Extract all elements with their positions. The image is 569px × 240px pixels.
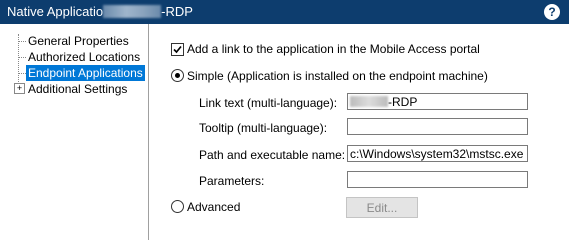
- portal-link-label: Add a link to the application in the Mob…: [187, 42, 480, 56]
- tooltip-field[interactable]: [347, 118, 528, 135]
- tree-guide-line: [18, 34, 19, 90]
- radio-selected-dot: [175, 73, 180, 78]
- window-title-suffix: -RDP: [161, 4, 193, 19]
- link-text-value: -RDP: [388, 95, 418, 109]
- tree-item-endpoint-applications[interactable]: Endpoint Applications: [26, 65, 145, 81]
- tree-item-additional-settings[interactable]: Additional Settings: [28, 81, 127, 97]
- tree-connector: [18, 41, 26, 42]
- link-text-label: Link text (multi-language):: [199, 96, 338, 110]
- redacted-text: [350, 96, 388, 107]
- content-panel: Add a link to the application in the Mob…: [149, 24, 569, 240]
- simple-radio[interactable]: [171, 69, 184, 82]
- window-title: Native Applicatio -RDP: [7, 4, 193, 19]
- tree-item-general-properties[interactable]: General Properties: [28, 33, 129, 49]
- portal-link-checkbox[interactable]: [171, 43, 184, 56]
- path-label: Path and executable name:: [199, 148, 346, 162]
- title-bar: Native Applicatio -RDP ?: [0, 0, 569, 24]
- edit-button[interactable]: Edit...: [346, 197, 418, 218]
- redacted-text: [103, 5, 162, 18]
- simple-label: Simple (Application is installed on the …: [187, 69, 488, 83]
- tree-connector: [18, 73, 26, 74]
- tree-connector: [18, 57, 26, 58]
- window-title-prefix: Native Applicatio: [7, 4, 104, 19]
- parameters-label: Parameters:: [199, 174, 265, 188]
- tree-item-authorized-locations[interactable]: Authorized Locations: [28, 49, 140, 65]
- link-text-field[interactable]: -RDP: [347, 93, 528, 110]
- tooltip-label: Tooltip (multi-language):: [199, 121, 328, 135]
- parameters-field[interactable]: [347, 171, 528, 188]
- expand-icon[interactable]: +: [14, 83, 25, 94]
- checkmark-icon: [173, 45, 182, 54]
- help-icon[interactable]: ?: [544, 4, 560, 20]
- advanced-label: Advanced: [187, 200, 241, 214]
- path-field[interactable]: c:\Windows\system32\mstsc.exe: [347, 145, 528, 162]
- advanced-radio[interactable]: [171, 200, 184, 213]
- navigation-tree: General Properties Authorized Locations …: [0, 24, 149, 240]
